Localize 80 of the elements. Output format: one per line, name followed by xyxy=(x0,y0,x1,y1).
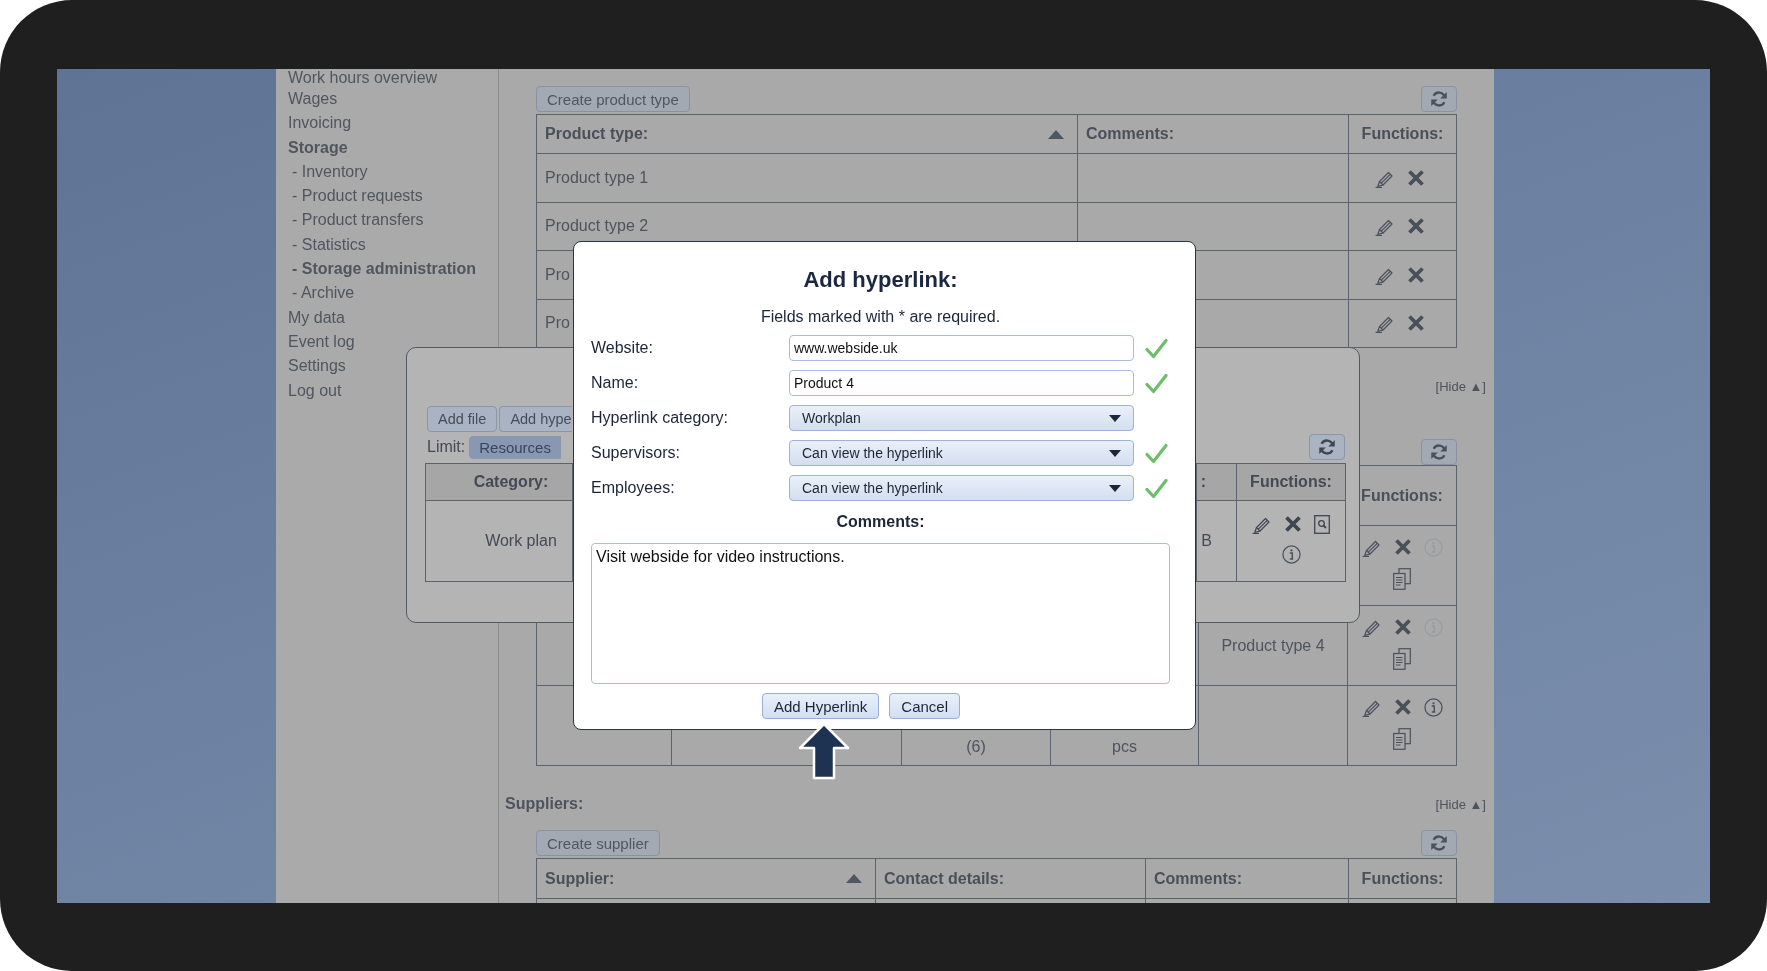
caret-icon xyxy=(1109,484,1121,492)
table-text: Product type 1 xyxy=(545,168,649,186)
sidebar-item[interactable]: Invoicing xyxy=(288,111,352,136)
column-header[interactable]: Comments: xyxy=(1086,125,1174,143)
refresh-button[interactable] xyxy=(1421,830,1457,856)
dialog-button[interactable]: Add hype xyxy=(499,406,572,432)
sidebar-item[interactable]: Work hours overview xyxy=(288,69,438,87)
column-header[interactable]: Comments: xyxy=(1154,869,1242,888)
dialog-button[interactable]: Add Hyperlink xyxy=(761,693,880,719)
table-text: Pro xyxy=(545,265,570,283)
refresh-button[interactable] xyxy=(1421,439,1457,465)
table-text: (6) xyxy=(966,738,986,756)
info-icon[interactable] xyxy=(1281,545,1301,564)
sort-icon[interactable] xyxy=(1048,129,1064,139)
filter-tab[interactable]: Resources xyxy=(469,435,561,459)
comments-label: Comments: xyxy=(835,512,926,532)
x-icon[interactable] xyxy=(1393,538,1412,556)
create-button[interactable]: Create product type xyxy=(536,86,690,112)
refresh-icon xyxy=(1430,90,1448,108)
text-input[interactable]: www.webside.uk xyxy=(789,335,1134,361)
table-text: Product type 4 xyxy=(1221,636,1325,654)
documents-icon[interactable] xyxy=(1393,568,1411,590)
dropdown[interactable]: Workplan xyxy=(789,405,1134,431)
document-magnifier-icon[interactable] xyxy=(1314,514,1330,534)
caret-icon xyxy=(1109,414,1121,422)
caret-icon xyxy=(1109,449,1121,457)
sidebar-item[interactable]: Wages xyxy=(288,87,338,112)
column-header[interactable]: Product type: xyxy=(545,125,649,143)
x-icon[interactable] xyxy=(1393,698,1412,716)
table-text: Pro xyxy=(545,314,570,332)
field-label: Employees: xyxy=(591,479,676,497)
table-text: pcs xyxy=(1112,738,1137,756)
documents-icon[interactable] xyxy=(1393,648,1411,670)
hide-link[interactable]: [Hide ▲] xyxy=(1435,378,1486,394)
refresh-icon xyxy=(1430,834,1448,852)
table-text: Product type 2 xyxy=(545,217,649,235)
field-label: Supervisors: xyxy=(591,444,681,462)
dropdown[interactable]: Can view the hyperlink xyxy=(789,475,1134,501)
sidebar-subitem[interactable]: - Product requests xyxy=(288,184,423,209)
dialog-button[interactable]: Add file xyxy=(427,406,498,432)
sidebar-subitem[interactable]: - Archive xyxy=(288,281,355,306)
dropdown[interactable]: Can view the hyperlink xyxy=(789,440,1134,466)
dialog-button[interactable]: Cancel xyxy=(889,693,961,719)
column-header[interactable]: : xyxy=(1200,473,1206,490)
sidebar-item[interactable]: Log out xyxy=(288,378,342,403)
sidebar-subitem[interactable]: - Statistics xyxy=(288,232,366,258)
x-icon[interactable] xyxy=(1406,217,1425,236)
x-icon[interactable] xyxy=(1406,314,1425,333)
refresh-button[interactable] xyxy=(1421,86,1457,112)
x-icon[interactable] xyxy=(1393,618,1412,636)
dialog-title: Add hyperlink: xyxy=(802,266,959,294)
x-icon[interactable] xyxy=(1406,265,1425,284)
field-label: Name: xyxy=(591,374,640,392)
info-icon[interactable] xyxy=(1423,697,1443,717)
field-label: Website: xyxy=(591,339,654,357)
sidebar-item[interactable]: Storage xyxy=(288,135,348,160)
column-header[interactable]: Supplier: xyxy=(545,869,615,888)
refresh-icon xyxy=(1318,438,1336,456)
sidebar-subitem[interactable]: - Storage administration xyxy=(288,257,477,282)
create-button[interactable]: Create supplier xyxy=(536,830,660,856)
refresh-button[interactable] xyxy=(1309,434,1345,460)
x-icon[interactable] xyxy=(1284,515,1302,533)
sidebar-subitem[interactable]: - Product transfers xyxy=(288,208,424,233)
sidebar-item[interactable]: Event log xyxy=(288,329,355,355)
sidebar-item[interactable]: My data xyxy=(288,305,345,330)
table-text: Work plan xyxy=(485,532,557,549)
refresh-icon xyxy=(1430,443,1448,461)
section-title: Suppliers: xyxy=(505,795,584,813)
x-icon[interactable] xyxy=(1406,168,1425,187)
limit-label: Limit: xyxy=(427,438,466,456)
sidebar-item[interactable]: Settings xyxy=(288,354,346,379)
text-input[interactable]: Product 4 xyxy=(789,370,1134,396)
sort-icon[interactable] xyxy=(846,874,862,883)
field-label: Hyperlink category: xyxy=(591,409,729,427)
sidebar-subitem[interactable]: - Inventory xyxy=(288,159,368,185)
hide-link[interactable]: [Hide ▲] xyxy=(1435,796,1486,812)
table-text: B xyxy=(1201,532,1212,549)
required-note: Fields marked with * are required. xyxy=(759,307,1002,327)
documents-icon[interactable] xyxy=(1393,728,1411,750)
comments-field[interactable]: Visit webside for video instructions. xyxy=(591,543,1170,684)
